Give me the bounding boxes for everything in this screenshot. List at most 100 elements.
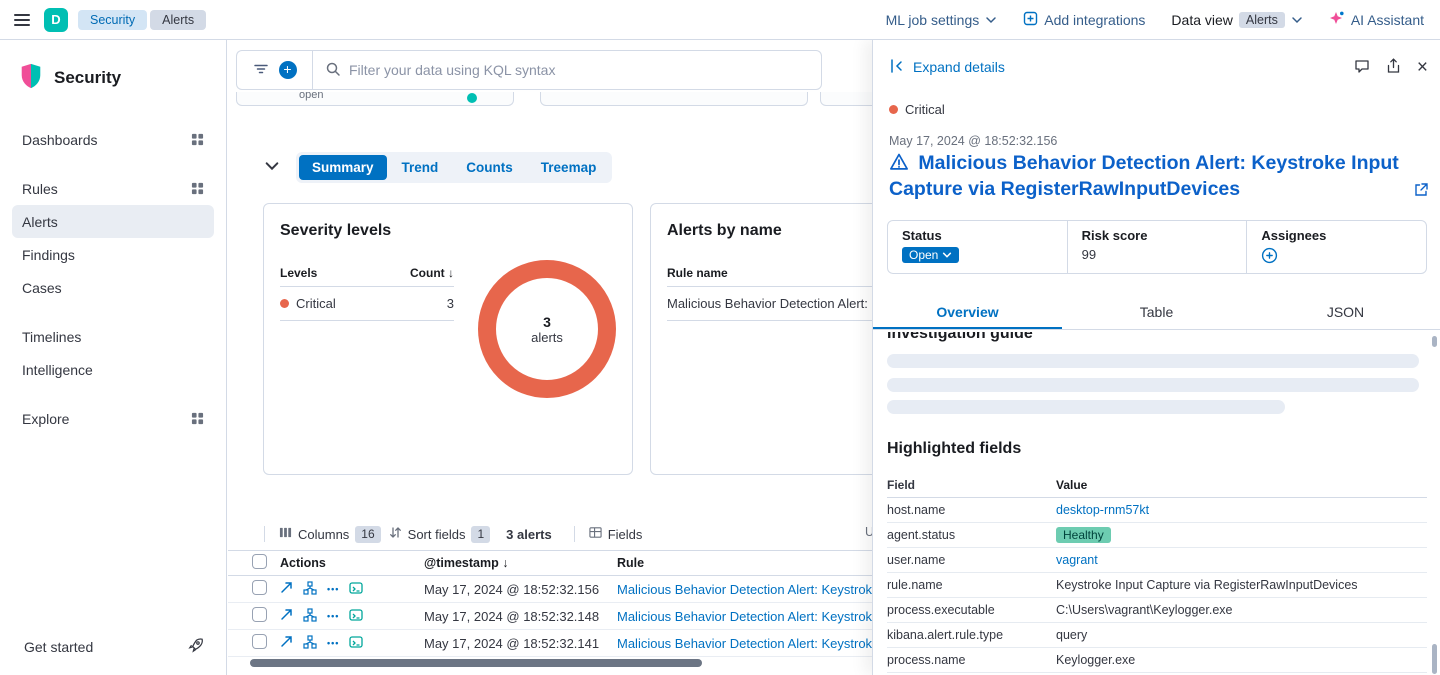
donut-label: alerts	[531, 330, 563, 345]
columns-button[interactable]: Columns 16	[279, 526, 381, 543]
ai-assistant-button[interactable]: AI Assistant	[1329, 10, 1424, 29]
external-link-icon[interactable]	[1413, 182, 1429, 201]
sort-fields-button[interactable]: Sort fields 1	[389, 526, 491, 543]
tab-json[interactable]: JSON	[1251, 298, 1440, 329]
breadcrumb-security[interactable]: Security	[78, 10, 147, 30]
collapse-charts-button[interactable]	[264, 158, 280, 177]
tab-counts[interactable]: Counts	[453, 155, 526, 180]
more-actions-icon[interactable]: •••	[327, 584, 339, 594]
row-checkbox[interactable]	[252, 607, 267, 622]
sidebar-item-label: Dashboards	[22, 132, 98, 148]
tab-trend[interactable]: Trend	[389, 155, 452, 180]
severity-table-row[interactable]: Critical 3	[280, 287, 454, 321]
alert-severity: Critical	[889, 102, 945, 117]
rule-name-column-header[interactable]: Rule name	[667, 266, 728, 280]
tab-treemap[interactable]: Treemap	[528, 155, 610, 180]
table-row[interactable]: ••• May 17, 2024 @ 18:52:32.156 Maliciou…	[228, 576, 872, 603]
session-view-icon[interactable]	[349, 635, 363, 652]
sidebar-item-cases[interactable]: Cases	[12, 271, 214, 304]
severity-donut-chart[interactable]: 3 alerts	[478, 260, 616, 398]
expand-alert-icon[interactable]	[280, 581, 293, 597]
close-icon[interactable]: ×	[1417, 58, 1428, 77]
table-row[interactable]: ••• May 17, 2024 @ 18:52:32.141 Maliciou…	[228, 630, 872, 657]
fields-button[interactable]: Fields	[589, 526, 643, 542]
vertical-scrollbar-thumb[interactable]	[1432, 644, 1437, 674]
ml-job-settings-button[interactable]: ML job settings	[886, 12, 998, 28]
severity-control-partial[interactable]	[540, 92, 808, 106]
row-actions: •••	[280, 608, 424, 625]
kql-search-input[interactable]	[349, 62, 809, 78]
alerts-by-name-panel: Alerts by name Rule name Malicious Behav…	[650, 203, 872, 475]
sidebar-item-findings[interactable]: Findings	[12, 238, 214, 271]
tab-table[interactable]: Table	[1062, 298, 1251, 329]
comment-icon[interactable]	[1354, 58, 1370, 77]
field-row: host.name desktop-rnm57kt	[887, 498, 1427, 523]
session-view-icon[interactable]	[349, 608, 363, 625]
rule-link[interactable]: Malicious Behavior Detection Alert: Keys…	[617, 609, 872, 624]
timestamp-cell: May 17, 2024 @ 18:52:32.156	[424, 582, 617, 597]
tab-summary[interactable]: Summary	[299, 155, 387, 180]
alert-title[interactable]: Malicious Behavior Detection Alert: Keys…	[889, 152, 1409, 201]
row-checkbox[interactable]	[252, 634, 267, 649]
data-view-selector[interactable]: Data view Alerts	[1171, 12, 1302, 28]
field-name: kibana.alert.rule.type	[887, 628, 1056, 642]
analyze-event-icon[interactable]	[303, 635, 317, 652]
sidebar-item-intelligence[interactable]: Intelligence	[12, 353, 214, 386]
table-row[interactable]: ••• May 17, 2024 @ 18:52:32.148 Maliciou…	[228, 603, 872, 630]
expand-details-button[interactable]: Expand details	[889, 58, 1005, 77]
session-view-icon[interactable]	[349, 581, 363, 598]
sort-fields-label: Sort fields	[408, 527, 466, 542]
select-all-checkbox[interactable]	[252, 554, 267, 569]
get-started-link[interactable]: Get started	[14, 627, 214, 667]
menu-button[interactable]	[10, 7, 34, 33]
breadcrumb-alerts[interactable]: Alerts	[150, 10, 206, 30]
add-integrations-button[interactable]: Add integrations	[1023, 11, 1145, 29]
timestamp-column-header[interactable]: @timestamp ↓	[424, 556, 617, 570]
vertical-scrollbar-thumb[interactable]	[1432, 336, 1437, 347]
rule-column-header[interactable]: Rule	[617, 556, 872, 570]
add-assignee-icon[interactable]	[1261, 252, 1278, 267]
status-control-partial[interactable]: open	[236, 92, 514, 106]
status-open-badge[interactable]: Open	[902, 247, 959, 263]
rule-link[interactable]: Malicious Behavior Detection Alert: Keys…	[617, 636, 872, 651]
analyze-event-icon[interactable]	[303, 581, 317, 598]
sidebar-item-dashboards[interactable]: Dashboards	[12, 123, 214, 156]
field-value-link[interactable]: vagrant	[1056, 553, 1098, 567]
sidebar-item-alerts[interactable]: Alerts	[12, 205, 214, 238]
expand-alert-icon[interactable]	[280, 635, 293, 651]
space-logo[interactable]: D	[44, 8, 68, 32]
add-filter-button[interactable]: +	[279, 61, 297, 79]
columns-icon	[279, 526, 292, 542]
filter-icon[interactable]	[253, 61, 269, 80]
highlighted-fields-title: Highlighted fields	[887, 440, 1021, 458]
levels-column-header[interactable]: Levels	[280, 266, 317, 280]
horizontal-scrollbar[interactable]	[250, 659, 702, 667]
breadcrumb: Security Alerts	[78, 10, 206, 30]
count-column-header[interactable]: Count ↓	[410, 266, 454, 280]
sidebar-item-rules[interactable]: Rules	[12, 172, 214, 205]
rule-control-partial[interactable]	[820, 92, 872, 106]
more-actions-icon[interactable]: •••	[327, 638, 339, 648]
expand-alert-icon[interactable]	[280, 608, 293, 624]
field-row: process.executable C:\Users\vagrant\Keyl…	[887, 598, 1427, 623]
alerts-table-header: Actions @timestamp ↓ Rule	[228, 550, 872, 576]
analyze-event-icon[interactable]	[303, 608, 317, 625]
security-logo	[18, 62, 44, 93]
expand-details-label: Expand details	[913, 59, 1005, 75]
plus-icon: +	[283, 61, 291, 77]
data-view-label: Data view	[1171, 12, 1232, 28]
alerts-by-name-header: Rule name	[667, 260, 872, 287]
assignees-label: Assignees	[1261, 228, 1412, 243]
row-checkbox[interactable]	[252, 580, 267, 595]
alerts-by-name-row[interactable]: Malicious Behavior Detection Alert: K	[667, 287, 872, 321]
field-value-link[interactable]: desktop-rnm57kt	[1056, 503, 1149, 517]
share-icon[interactable]	[1386, 58, 1401, 77]
rule-link[interactable]: Malicious Behavior Detection Alert: Keys…	[617, 582, 872, 597]
kql-search-box	[312, 50, 822, 90]
more-actions-icon[interactable]: •••	[327, 611, 339, 621]
sidebar-item-label: Intelligence	[22, 362, 93, 378]
sidebar-item-timelines[interactable]: Timelines	[12, 320, 214, 353]
sidebar-item-explore[interactable]: Explore	[12, 402, 214, 435]
investigation-guide-heading: Investigation guide	[887, 332, 1033, 344]
tab-overview[interactable]: Overview	[873, 298, 1062, 329]
